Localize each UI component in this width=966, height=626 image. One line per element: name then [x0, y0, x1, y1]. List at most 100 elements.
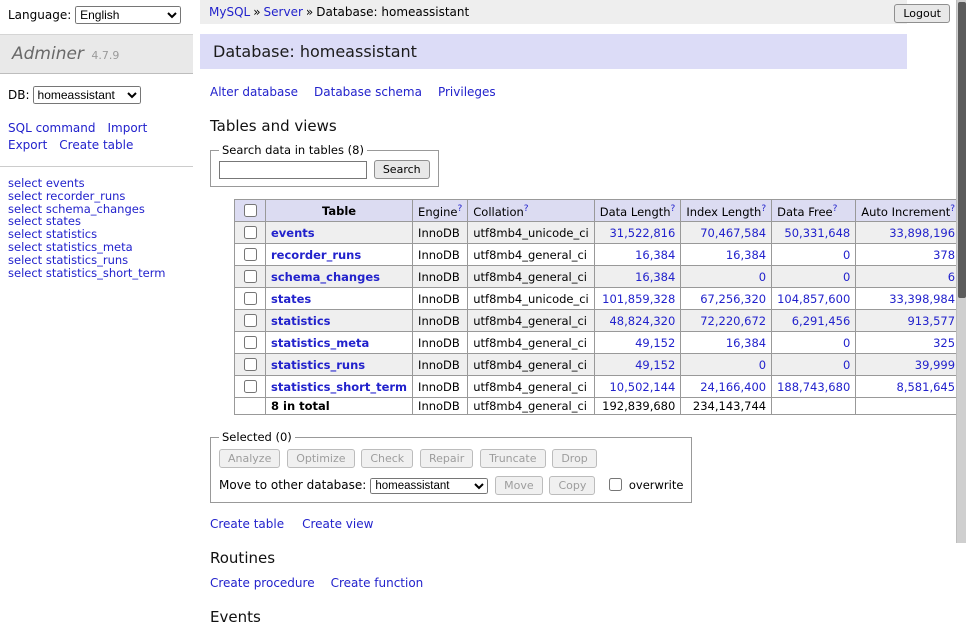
data-free-value[interactable]: 0: [843, 358, 850, 372]
index-length-value[interactable]: 72,220,672: [700, 314, 766, 328]
data-length-value[interactable]: 31,522,816: [609, 226, 675, 240]
sql-command-link[interactable]: SQL command: [8, 121, 95, 135]
index-length-value[interactable]: 24,166,400: [700, 380, 766, 394]
auto-increment-value[interactable]: 39,999: [915, 358, 955, 372]
data-free-value[interactable]: 0: [843, 270, 850, 284]
cell-data-length: 48,824,320: [594, 310, 681, 332]
row-select-checkbox[interactable]: [244, 248, 257, 261]
row-select-checkbox[interactable]: [244, 226, 257, 239]
tables-foot: 8 in total InnoDB utf8mb4_general_ci 192…: [235, 398, 966, 415]
table-name-link[interactable]: statistics_short_term: [271, 380, 407, 394]
data-length-value[interactable]: 49,152: [635, 336, 675, 350]
row-select-checkbox[interactable]: [244, 358, 257, 371]
search-legend: Search data in tables (8): [219, 143, 367, 157]
index-length-help-link[interactable]: ?: [761, 204, 766, 214]
auto-increment-value[interactable]: 33,898,196: [889, 226, 955, 240]
cell-data-free: 104,857,600: [772, 288, 856, 310]
sidebar-table-link[interactable]: select statistics_short_term: [8, 266, 165, 280]
drop-button[interactable]: Drop: [552, 449, 596, 468]
move-db-select[interactable]: homeassistant: [370, 478, 488, 494]
index-length-value[interactable]: 0: [759, 358, 766, 372]
data-free-value[interactable]: 0: [843, 248, 850, 262]
create-table-link-sidebar[interactable]: Create table: [59, 138, 133, 152]
db-select[interactable]: homeassistant: [33, 86, 141, 104]
data-free-value[interactable]: 6,291,456: [792, 314, 851, 328]
table-name-cell: statistics_runs: [266, 354, 413, 376]
row-select-checkbox[interactable]: [244, 380, 257, 393]
data-free-help-link[interactable]: ?: [833, 204, 838, 214]
search-input[interactable]: [219, 161, 367, 179]
language-select[interactable]: English: [75, 6, 181, 24]
alter-database-link[interactable]: Alter database: [210, 85, 298, 99]
index-length-value[interactable]: 67,256,320: [700, 292, 766, 306]
data-free-value[interactable]: 0: [843, 336, 850, 350]
row-select-checkbox[interactable]: [244, 270, 257, 283]
table-name-link[interactable]: events: [271, 226, 315, 240]
breadcrumb-mysql-link[interactable]: MySQL: [209, 5, 250, 19]
data-length-value[interactable]: 49,152: [635, 358, 675, 372]
overwrite-checkbox[interactable]: [609, 478, 622, 491]
index-length-value[interactable]: 16,384: [726, 336, 766, 350]
table-name-link[interactable]: statistics_runs: [271, 358, 365, 372]
events-heading: Events: [210, 608, 907, 626]
collation-help-link[interactable]: ?: [524, 204, 529, 214]
data-length-value[interactable]: 16,384: [635, 270, 675, 284]
auto-increment-help-link[interactable]: ?: [950, 204, 955, 214]
analyze-button[interactable]: Analyze: [219, 449, 280, 468]
cell-data-free: 50,331,648: [772, 222, 856, 244]
row-select-checkbox[interactable]: [244, 292, 257, 305]
row-check-cell: [235, 288, 266, 310]
data-length-help-link[interactable]: ?: [671, 204, 676, 214]
data-length-value[interactable]: 101,859,328: [602, 292, 675, 306]
select-all-checkbox[interactable]: [244, 204, 257, 217]
create-procedure-link[interactable]: Create procedure: [210, 576, 315, 590]
import-link[interactable]: Import: [107, 121, 147, 135]
create-table-link[interactable]: Create table: [210, 517, 284, 531]
index-length-value[interactable]: 0: [759, 270, 766, 284]
data-length-value[interactable]: 10,502,144: [609, 380, 675, 394]
data-free-value[interactable]: 188,743,680: [777, 380, 850, 394]
table-name-link[interactable]: statistics_meta: [271, 336, 369, 350]
page-title: Database: homeassistant: [200, 34, 907, 69]
table-name-link[interactable]: states: [271, 292, 311, 306]
index-length-value[interactable]: 16,384: [726, 248, 766, 262]
engine-help-link[interactable]: ?: [457, 204, 462, 214]
auto-increment-value[interactable]: 6: [948, 270, 955, 284]
export-link[interactable]: Export: [8, 138, 47, 152]
truncate-button[interactable]: Truncate: [480, 449, 545, 468]
search-button[interactable]: Search: [374, 160, 430, 179]
total-index-length: 234,143,744: [681, 398, 772, 415]
table-name-link[interactable]: statistics: [271, 314, 331, 328]
database-schema-link[interactable]: Database schema: [314, 85, 422, 99]
copy-button[interactable]: Copy: [549, 476, 595, 495]
repair-button[interactable]: Repair: [420, 449, 473, 468]
create-view-link[interactable]: Create view: [302, 517, 373, 531]
data-length-value[interactable]: 48,824,320: [609, 314, 675, 328]
data-free-value[interactable]: 104,857,600: [777, 292, 850, 306]
table-name-link[interactable]: recorder_runs: [271, 248, 361, 262]
move-button[interactable]: Move: [495, 476, 543, 495]
collation-value: utf8mb4_general_ci: [473, 270, 587, 284]
auto-increment-value[interactable]: 378: [933, 248, 955, 262]
auto-increment-value[interactable]: 913,577: [907, 314, 955, 328]
row-select-checkbox[interactable]: [244, 314, 257, 327]
data-free-value[interactable]: 50,331,648: [784, 226, 850, 240]
auto-increment-value[interactable]: 33,398,984: [889, 292, 955, 306]
check-button[interactable]: Check: [361, 449, 413, 468]
row-select-checkbox[interactable]: [244, 336, 257, 349]
optimize-button[interactable]: Optimize: [287, 449, 354, 468]
auto-increment-value[interactable]: 325: [933, 336, 955, 350]
data-length-value[interactable]: 16,384: [635, 248, 675, 262]
index-length-value[interactable]: 70,467,584: [700, 226, 766, 240]
scrollbar[interactable]: [956, 0, 966, 543]
privileges-link[interactable]: Privileges: [438, 85, 496, 99]
breadcrumb-server-link[interactable]: Server: [264, 5, 303, 19]
create-function-link[interactable]: Create function: [331, 576, 424, 590]
table-name-link[interactable]: schema_changes: [271, 270, 380, 284]
overwrite-option[interactable]: overwrite: [605, 478, 683, 492]
logout-button[interactable]: Logout: [894, 4, 950, 23]
scrollbar-thumb[interactable]: [958, 2, 966, 298]
cell-engine: InnoDB: [413, 310, 468, 332]
auto-increment-value[interactable]: 8,581,645: [897, 380, 956, 394]
app-name: Adminer: [12, 44, 84, 64]
